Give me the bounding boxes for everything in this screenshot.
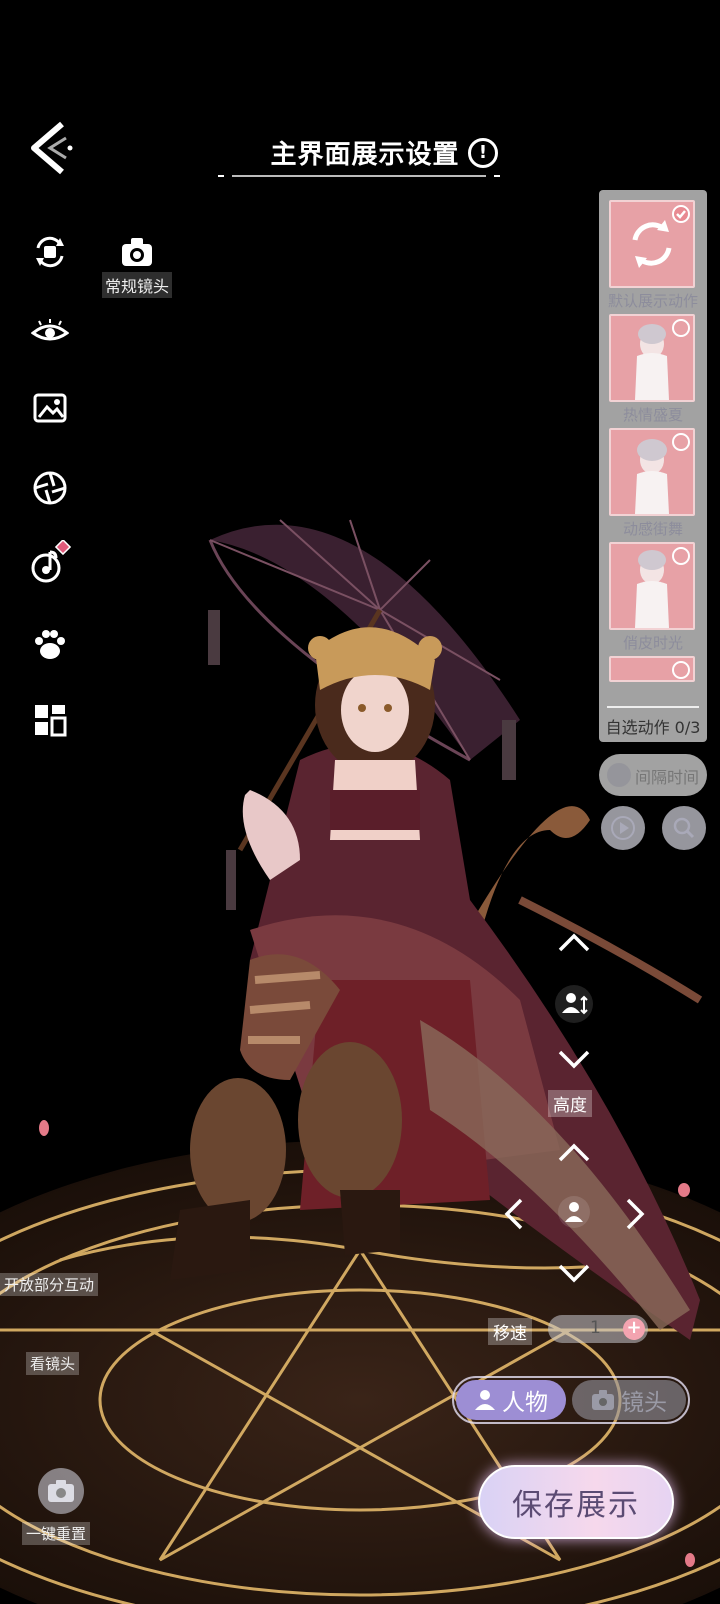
open-interaction-toggle[interactable]: 开放部分互动 bbox=[0, 1273, 99, 1296]
visibility-button[interactable] bbox=[28, 310, 72, 354]
camera-mode-tab[interactable]: 镜头 bbox=[572, 1380, 686, 1420]
action-panel[interactable]: 默认展示动作 热情盛夏 动感街舞 俏皮时光 自选动作 0/3 bbox=[599, 190, 707, 742]
unchecked-icon bbox=[672, 433, 690, 451]
back-arrow-icon bbox=[31, 121, 73, 175]
background-button[interactable] bbox=[28, 386, 72, 430]
title-divider bbox=[218, 175, 500, 177]
speed-stepper[interactable]: 1 + bbox=[548, 1315, 648, 1343]
action-card-summer[interactable] bbox=[609, 314, 695, 402]
chevron-down-icon bbox=[558, 1264, 590, 1283]
camera-mode-label: 镜头 bbox=[621, 1390, 667, 1416]
camera-reset-icon bbox=[48, 1480, 74, 1502]
character-mode-tab[interactable]: 人物 bbox=[456, 1380, 566, 1420]
swap-outfit-icon bbox=[36, 236, 64, 268]
height-icon bbox=[555, 985, 593, 1023]
move-down-button[interactable] bbox=[556, 1262, 592, 1288]
action-card-partial[interactable] bbox=[609, 656, 695, 682]
height-label: 高度 bbox=[548, 1090, 592, 1117]
action-label: 热情盛夏 bbox=[622, 406, 683, 424]
play-icon bbox=[611, 816, 635, 840]
save-display-button[interactable]: 保存展示 bbox=[478, 1465, 674, 1539]
toggle-knob bbox=[607, 763, 631, 787]
reset-button[interactable] bbox=[38, 1468, 84, 1514]
chevron-left-icon bbox=[504, 1198, 523, 1230]
action-card-default[interactable] bbox=[609, 200, 695, 288]
page-title: 主界面展示设置 bbox=[270, 140, 460, 170]
speed-plus-button[interactable]: + bbox=[623, 1318, 645, 1340]
back-button[interactable] bbox=[26, 120, 76, 176]
swap-outfit-button[interactable] bbox=[28, 230, 72, 274]
unchecked-icon bbox=[672, 319, 690, 337]
layout-icon bbox=[35, 705, 67, 737]
camera-mode-button[interactable]: 常规镜头 bbox=[102, 236, 172, 298]
action-label: 俏皮时光 bbox=[622, 634, 683, 652]
unchecked-icon bbox=[672, 661, 690, 679]
interval-label: 间隔时间 bbox=[634, 768, 699, 787]
info-button[interactable]: ! bbox=[468, 138, 498, 168]
chevron-up-icon bbox=[558, 933, 590, 952]
checked-icon bbox=[672, 205, 690, 223]
height-up-button[interactable] bbox=[556, 932, 592, 958]
interval-toggle[interactable]: 间隔时间 bbox=[599, 754, 707, 796]
preview-button[interactable] bbox=[662, 806, 706, 850]
move-left-button[interactable] bbox=[503, 1196, 525, 1236]
music-icon bbox=[31, 540, 72, 583]
person-icon bbox=[475, 1390, 495, 1410]
person-icon bbox=[565, 1202, 583, 1222]
magnifier-icon bbox=[673, 817, 695, 839]
pet-button[interactable] bbox=[28, 622, 72, 666]
chevron-down-icon bbox=[558, 1050, 590, 1069]
person-height-icon bbox=[562, 993, 588, 1015]
eye-icon bbox=[31, 319, 69, 341]
speed-label: 移速 bbox=[488, 1318, 532, 1345]
paw-icon bbox=[35, 630, 65, 659]
music-button[interactable] bbox=[28, 540, 72, 584]
unchecked-icon bbox=[672, 547, 690, 565]
camera-icon bbox=[122, 238, 152, 266]
reset-label: 一键重置 bbox=[22, 1522, 91, 1545]
action-label: 动感街舞 bbox=[622, 520, 683, 538]
look-at-camera-toggle[interactable]: 看镜头 bbox=[26, 1352, 80, 1375]
height-down-button[interactable] bbox=[556, 1048, 592, 1074]
camera-mode-label: 常规镜头 bbox=[102, 272, 172, 298]
chevron-up-icon bbox=[558, 1143, 590, 1162]
action-card-playful[interactable] bbox=[609, 542, 695, 630]
play-button[interactable] bbox=[601, 806, 645, 850]
speed-value: 1 bbox=[590, 1318, 601, 1338]
layout-button[interactable] bbox=[28, 698, 72, 742]
camera-icon bbox=[592, 1390, 614, 1410]
custom-action-count: 自选动作 0/3 bbox=[605, 718, 701, 737]
move-center bbox=[558, 1196, 590, 1228]
action-card-dance[interactable] bbox=[609, 428, 695, 516]
image-icon bbox=[33, 393, 67, 423]
panel-divider bbox=[607, 706, 699, 708]
character-mode-label: 人物 bbox=[502, 1390, 548, 1416]
move-up-button[interactable] bbox=[556, 1142, 592, 1168]
move-right-button[interactable] bbox=[624, 1196, 646, 1236]
action-label: 默认展示动作 bbox=[607, 292, 698, 310]
chevron-right-icon bbox=[626, 1198, 645, 1230]
aperture-icon bbox=[33, 471, 67, 505]
filter-button[interactable] bbox=[28, 466, 72, 510]
